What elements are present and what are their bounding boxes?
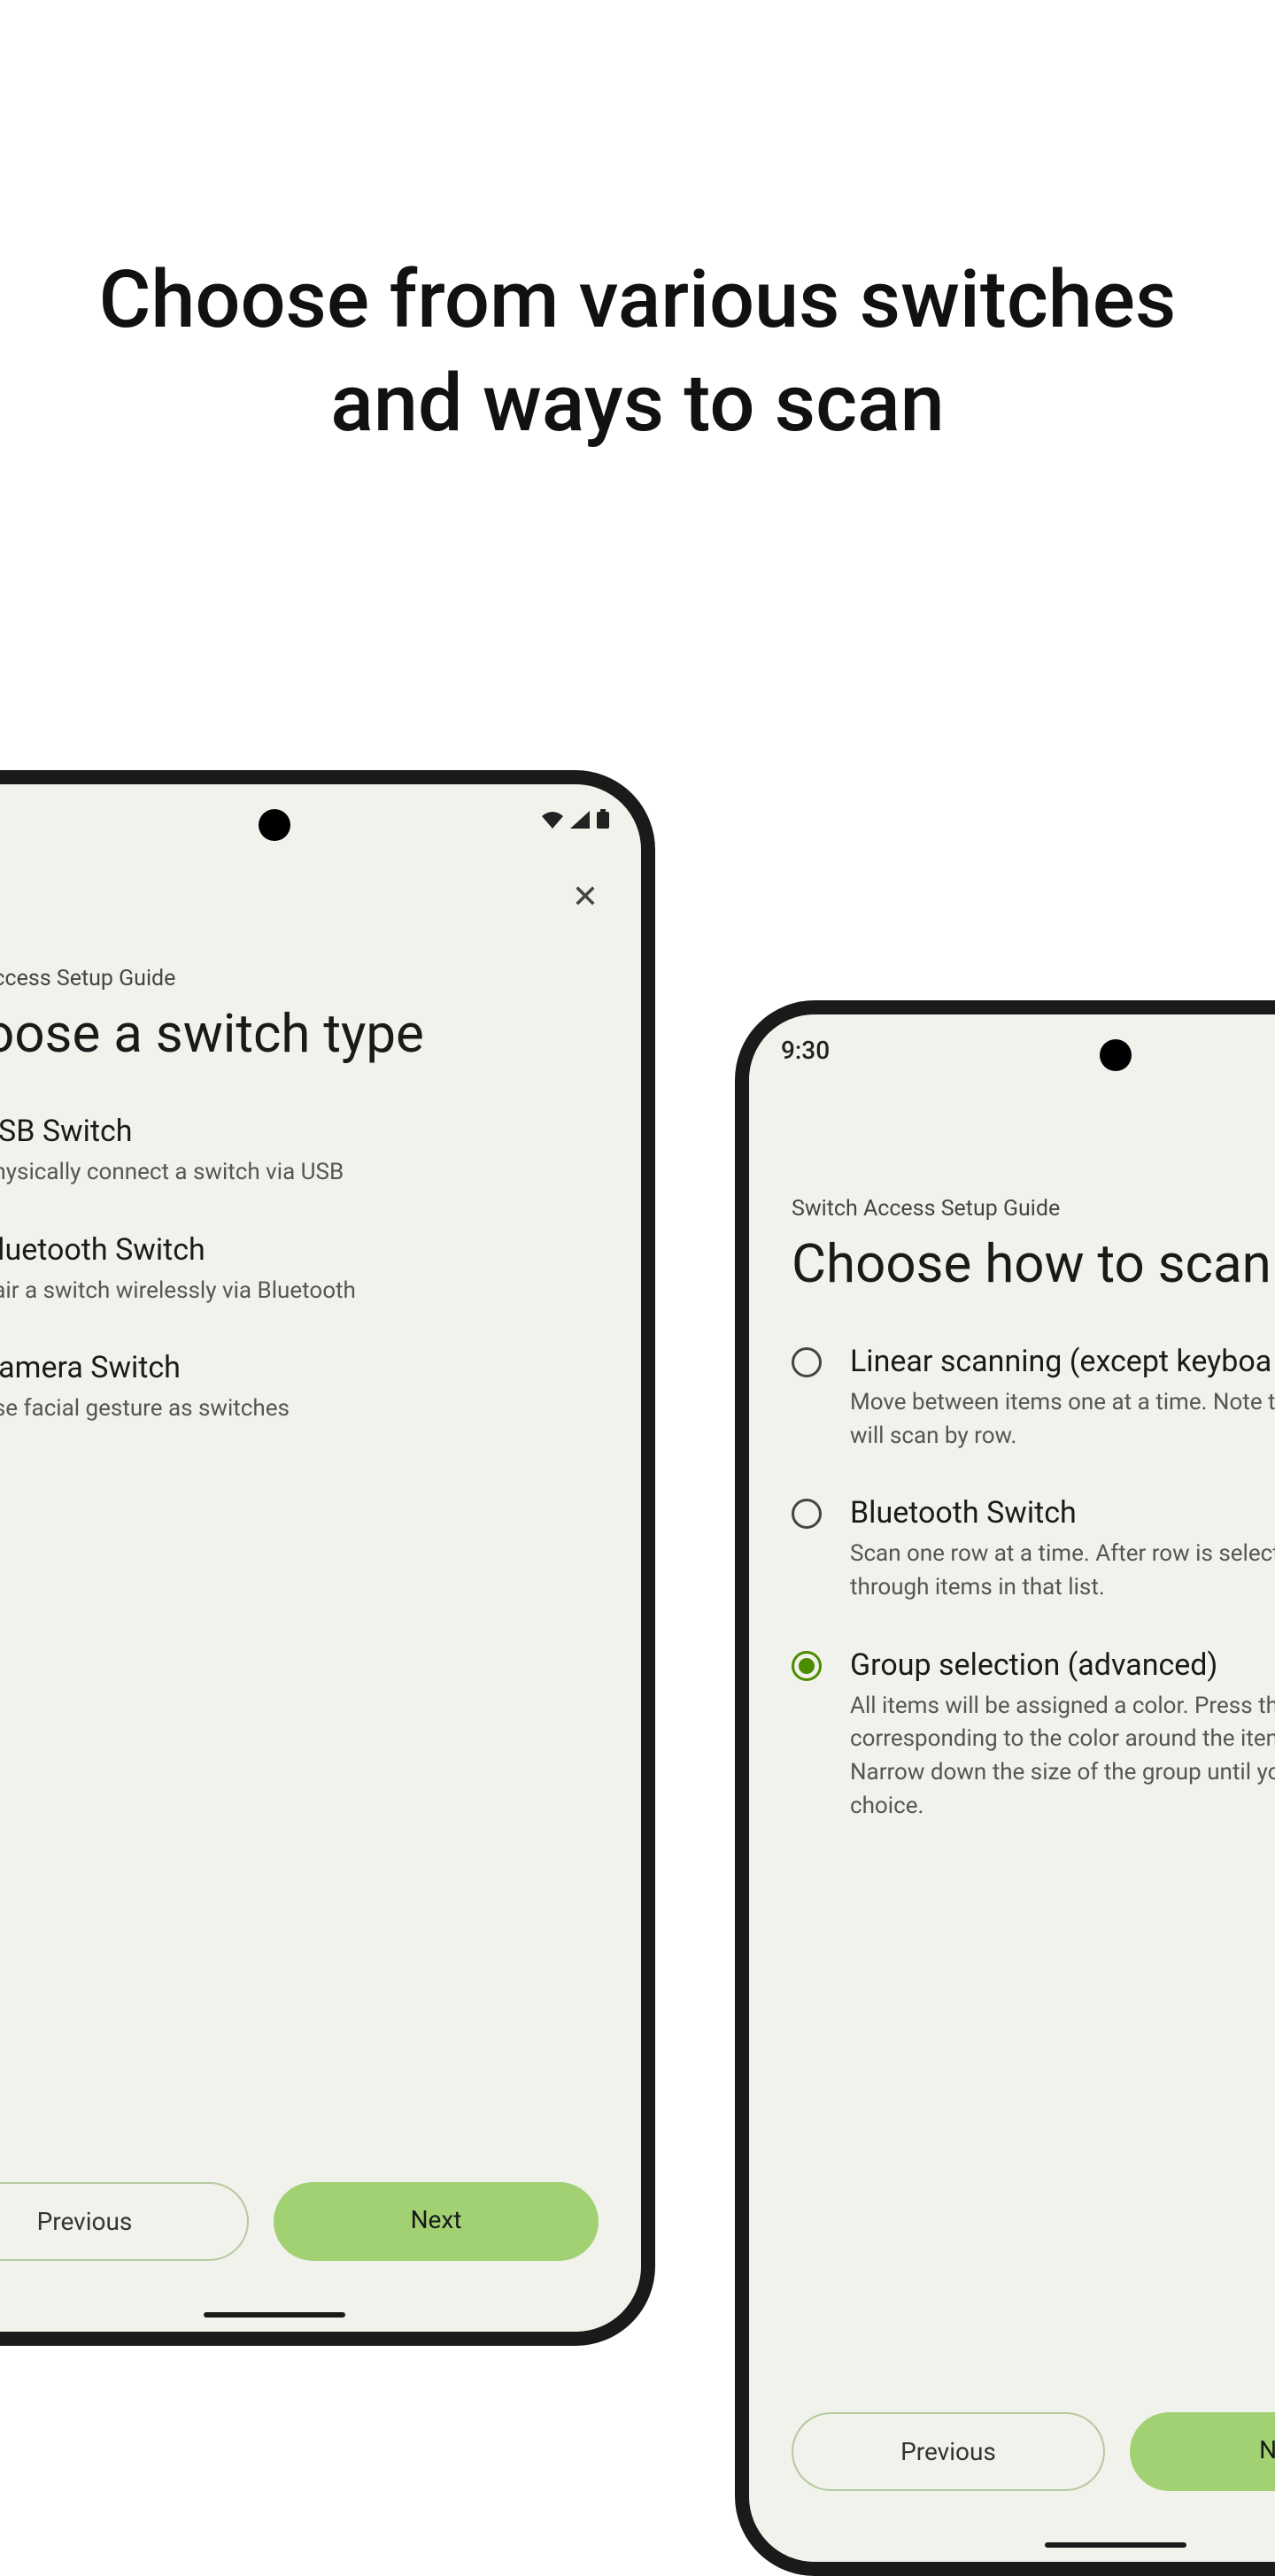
radio-text: USB Switch Physically connect a switch v…: [0, 1114, 599, 1190]
close-row: ✕: [749, 1076, 1275, 1143]
radio-label: Camera Switch: [0, 1350, 599, 1385]
previous-button[interactable]: Previous: [0, 2182, 249, 2261]
radio-text: Bluetooth Switch Pair a switch wirelessl…: [0, 1232, 599, 1308]
radio-label: Linear scanning (except keyboa: [850, 1344, 1275, 1379]
radio-button-selected-icon: [792, 1651, 822, 1681]
screen-title: Choose how to scan: [749, 1232, 1275, 1323]
bottom-buttons: Previous Next: [749, 2412, 1275, 2491]
radio-option-usb-switch[interactable]: USB Switch Physically connect a switch v…: [0, 1092, 599, 1211]
radio-list: Linear scanning (except keyboa Move betw…: [749, 1323, 1275, 1845]
radio-button-icon: [792, 1347, 822, 1377]
status-icons: [542, 806, 609, 835]
radio-label: Bluetooth Switch: [0, 1232, 599, 1268]
bottom-buttons: Previous Next: [0, 2182, 641, 2261]
close-icon[interactable]: ✕: [572, 881, 599, 913]
status-bar: 9:30: [749, 1014, 1275, 1076]
screen-subtitle: witch Access Setup Guide: [0, 966, 641, 991]
phone-screen-right: 9:30 ✕ Switch Access Setup Guide Choose …: [749, 1014, 1275, 2562]
next-button[interactable]: Next: [274, 2182, 599, 2261]
hero-title-line1: Choose from various switches: [99, 253, 1177, 346]
radio-text: Linear scanning (except keyboa Move betw…: [850, 1344, 1275, 1453]
radio-list: USB Switch Physically connect a switch v…: [0, 1092, 641, 1447]
home-indicator-icon[interactable]: [1045, 2542, 1186, 2548]
radio-option-bluetooth-switch-scan[interactable]: Bluetooth Switch Scan one row at a time.…: [792, 1474, 1275, 1625]
status-bar: 0: [0, 784, 641, 845]
home-indicator-icon[interactable]: [204, 2312, 345, 2318]
radio-desc: Scan one row at a time. After row is sel…: [850, 1538, 1275, 1604]
hero-title: Choose from various switches and ways to…: [0, 248, 1275, 455]
radio-label: Group selection (advanced): [850, 1647, 1275, 1683]
radio-button-icon: [792, 1499, 822, 1529]
radio-option-camera-switch[interactable]: Camera Switch Use facial gesture as swit…: [0, 1329, 599, 1447]
close-row: ✕: [0, 845, 641, 913]
hero-title-line2: and ways to scan: [330, 357, 944, 450]
previous-button[interactable]: Previous: [792, 2412, 1105, 2491]
phone-screen-left: 0 ✕ witch Access Setup Guide Choose a sw…: [0, 784, 641, 2332]
radio-option-bluetooth-switch[interactable]: Bluetooth Switch Pair a switch wirelessl…: [0, 1211, 599, 1330]
radio-text: Bluetooth Switch Scan one row at a time.…: [850, 1495, 1275, 1604]
screen-title: Choose a switch type: [0, 1002, 641, 1092]
radio-text: Group selection (advanced) All items wil…: [850, 1647, 1275, 1824]
signal-icon: [570, 806, 590, 835]
status-time: 9:30: [781, 1036, 830, 1065]
phone-frame-left: 0 ✕ witch Access Setup Guide Choose a sw…: [0, 770, 655, 2346]
phone-frame-right: 9:30 ✕ Switch Access Setup Guide Choose …: [735, 1000, 1275, 2576]
battery-icon: [597, 806, 609, 835]
radio-desc: Use facial gesture as switches: [0, 1392, 599, 1426]
camera-hole-icon: [1100, 1039, 1132, 1071]
radio-desc: All items will be assigned a color. Pres…: [850, 1690, 1275, 1824]
camera-hole-icon: [259, 809, 290, 841]
radio-option-group-selection[interactable]: Group selection (advanced) All items wil…: [792, 1626, 1275, 1845]
radio-label: Bluetooth Switch: [850, 1495, 1275, 1531]
radio-desc: Pair a switch wirelessly via Bluetooth: [0, 1275, 599, 1308]
wifi-icon: [542, 806, 563, 835]
radio-text: Camera Switch Use facial gesture as swit…: [0, 1350, 599, 1426]
next-button[interactable]: Next: [1130, 2412, 1275, 2491]
radio-label: USB Switch: [0, 1114, 599, 1149]
radio-desc: Move between items one at a time. Note t…: [850, 1386, 1275, 1453]
radio-desc: Physically connect a switch via USB: [0, 1156, 599, 1190]
screen-subtitle: Switch Access Setup Guide: [749, 1196, 1275, 1222]
radio-option-linear-scanning[interactable]: Linear scanning (except keyboa Move betw…: [792, 1323, 1275, 1474]
